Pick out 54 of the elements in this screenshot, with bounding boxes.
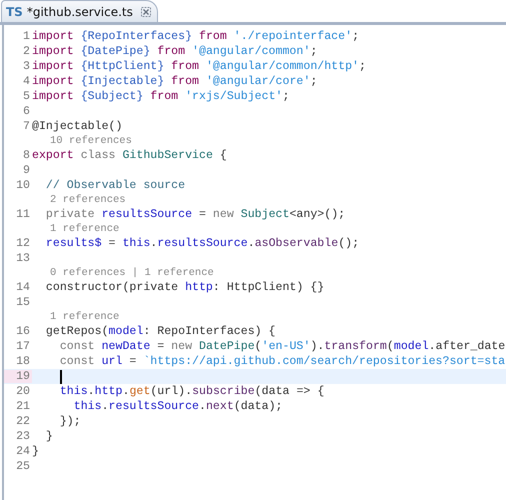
code-line: getRepos(model: RepoInterfaces) { xyxy=(44,325,276,338)
line-number: 17 xyxy=(15,340,31,353)
reference-count[interactable]: 10 references xyxy=(50,135,132,147)
line-number: 21 xyxy=(15,400,31,413)
line-number: 11 xyxy=(15,208,31,221)
text-cursor xyxy=(60,370,62,384)
file-type-label: TS xyxy=(6,4,23,18)
line-number: 24 xyxy=(15,445,31,458)
editor-tab[interactable]: TS *github.service.ts xyxy=(1,0,158,22)
line-number: 10 xyxy=(15,179,31,192)
code-line: this.resultsSource.next(data); xyxy=(72,400,283,413)
line-number: 2 xyxy=(22,45,31,58)
code-line: const newDate = new DatePipe('en-US').transform(model.after_date xyxy=(58,340,506,353)
line-number: 20 xyxy=(15,385,31,398)
code-line: }); xyxy=(58,415,81,428)
reference-count[interactable]: 1 reference xyxy=(50,223,120,235)
line-number: 4 xyxy=(22,75,31,88)
line-number: 8 xyxy=(22,149,31,162)
reference-count[interactable]: 1 reference xyxy=(50,311,120,323)
line-number: 12 xyxy=(15,237,31,250)
line-number: 14 xyxy=(15,281,31,294)
line-number: 18 xyxy=(15,355,31,368)
code-line: results$ = this.resultsSource.asObservable(); xyxy=(44,237,360,250)
code-line: } xyxy=(32,445,39,458)
code-line: import {DatePipe} from '@angular/common'; xyxy=(32,45,318,58)
line-number: 9 xyxy=(22,164,31,177)
line-number: 19 xyxy=(4,370,32,383)
code-line: import {RepoInterfaces} from './repointerface'; xyxy=(32,30,360,43)
code-line: // Observable source xyxy=(44,179,186,192)
reference-count[interactable]: 2 references xyxy=(50,194,126,206)
code-line: import {Subject} from 'rxjs/Subject'; xyxy=(32,90,290,103)
code-line: } xyxy=(44,430,53,443)
line-number: 3 xyxy=(22,60,31,73)
line-number: 5 xyxy=(22,90,31,103)
line-number: 23 xyxy=(15,430,31,443)
line-number: 25 xyxy=(15,460,31,473)
line-number: 15 xyxy=(15,296,31,309)
code-line: import {Injectable} from '@angular/core'; xyxy=(32,75,318,88)
code-line: import {HttpClient} from '@angular/common/http'; xyxy=(32,60,366,73)
tab-title: *github.service.ts xyxy=(26,4,133,18)
code-line: export class GithubService { xyxy=(32,149,227,162)
code-line: const url = `https://api.github.com/search/repositories?sort=sta xyxy=(58,355,506,368)
line-number: 1 xyxy=(22,30,31,43)
close-icon[interactable] xyxy=(140,6,151,16)
line-number: 6 xyxy=(22,105,31,118)
code-line: private resultsSource = new Subject<any>(); xyxy=(44,208,346,221)
code-line: @Injectable() xyxy=(32,120,122,133)
code-line: this.http.get(url).subscribe(data => { xyxy=(58,385,324,398)
line-number: 22 xyxy=(15,415,31,428)
code-line: constructor(private http: HttpClient) {} xyxy=(44,281,324,294)
reference-count[interactable]: 0 references | 1 reference xyxy=(50,267,214,279)
line-number: 16 xyxy=(15,325,31,338)
line-number: 7 xyxy=(22,120,31,133)
line-number: 13 xyxy=(15,252,31,265)
